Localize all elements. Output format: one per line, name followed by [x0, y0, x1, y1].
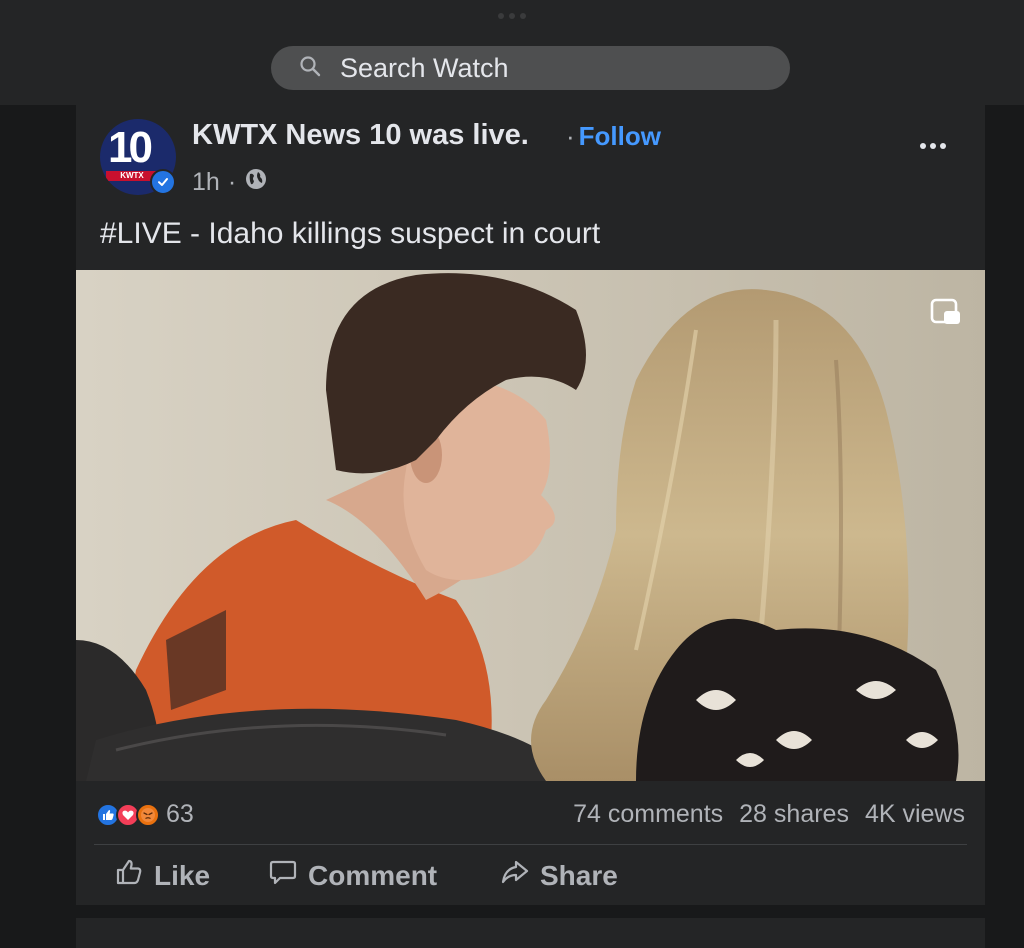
- views-count: 4K views: [864, 800, 965, 828]
- meta-separator: ·: [227, 168, 237, 196]
- page-name[interactable]: KWTX News 10 was live.: [192, 119, 529, 152]
- grabber-handle[interactable]: [498, 13, 526, 19]
- top-bar: Search Watch: [0, 0, 1024, 105]
- angry-reaction-icon: [136, 802, 160, 827]
- comment-label: Comment: [308, 859, 438, 891]
- actions-divider: [94, 844, 967, 845]
- next-post-card: [76, 918, 985, 948]
- reaction-summary[interactable]: 63: [96, 800, 194, 829]
- comment-bubble-icon: [268, 857, 298, 894]
- globe-icon: [244, 167, 268, 198]
- share-arrow-icon: [500, 857, 530, 894]
- verified-badge-icon: [150, 169, 176, 195]
- comment-button[interactable]: Comment: [268, 857, 437, 894]
- reaction-count: 63: [166, 800, 194, 828]
- comments-count[interactable]: 74 comments: [573, 800, 723, 829]
- picture-in-picture-icon[interactable]: [930, 296, 962, 328]
- share-button[interactable]: Share: [500, 857, 618, 894]
- avatar-logo-number: 10: [108, 123, 153, 172]
- post-actions: Like Comment Share: [76, 857, 985, 897]
- post-card: 10 KWTX KWTX News 10 was live. · Follow 1…: [76, 105, 985, 905]
- post-stats: 74 comments 28 shares 4K views: [573, 800, 965, 829]
- video-frame: [76, 270, 985, 781]
- post-time[interactable]: 1h: [192, 168, 220, 197]
- shares-count[interactable]: 28 shares: [739, 800, 849, 829]
- thumbs-up-icon: [114, 857, 144, 894]
- post-text: #LIVE - Idaho killings suspect in court: [100, 217, 601, 250]
- live-video-player[interactable]: [76, 270, 985, 781]
- search-placeholder[interactable]: Search Watch: [340, 53, 509, 84]
- left-gutter: [0, 105, 76, 942]
- search-bar[interactable]: Search Watch: [271, 46, 790, 90]
- like-label: Like: [154, 859, 211, 891]
- more-options-icon[interactable]: [920, 143, 946, 149]
- follow-link[interactable]: · Follow: [566, 121, 661, 152]
- like-button[interactable]: Like: [114, 857, 210, 894]
- post-meta: 1h ·: [192, 167, 268, 198]
- search-icon: [298, 54, 322, 83]
- follow-label[interactable]: Follow: [579, 121, 661, 151]
- share-label: Share: [540, 859, 618, 891]
- follow-separator: ·: [566, 121, 575, 151]
